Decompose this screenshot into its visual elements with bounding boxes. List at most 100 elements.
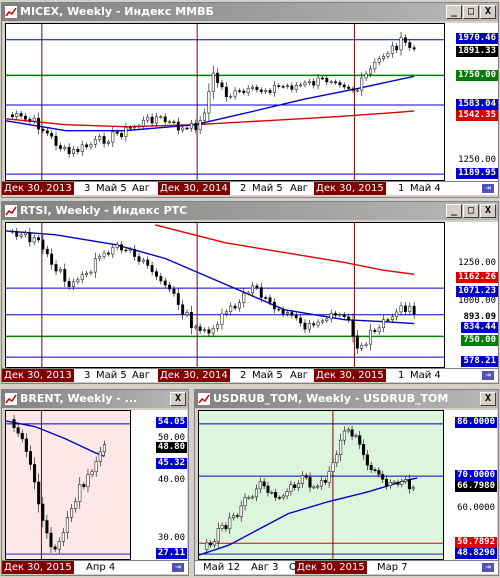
micex-chart-window[interactable]: MICEX, Weekly - Индекс ММВБ _ □ X 1970.4…: [1, 2, 499, 198]
candle: [72, 149, 75, 154]
candle: [339, 439, 343, 455]
candle: [45, 130, 49, 134]
candle: [299, 317, 303, 324]
candle: [243, 497, 247, 507]
maximize-button[interactable]: □: [463, 5, 479, 19]
candle: [54, 264, 58, 272]
usdrub-titlebar[interactable]: USDRUB_TOM, Weekly - USDRUB_TOM X: [195, 390, 498, 408]
candle: [360, 345, 364, 349]
candle: [41, 239, 45, 250]
candle: [246, 88, 250, 93]
close-button[interactable]: X: [480, 204, 496, 218]
rtsi-plot-area[interactable]: [5, 222, 445, 368]
candle: [277, 85, 281, 87]
micex-plot-area[interactable]: [5, 23, 445, 181]
candle: [124, 127, 128, 137]
candle: [290, 85, 294, 90]
brent-plot-area[interactable]: [5, 410, 131, 560]
candle: [141, 119, 145, 127]
micex-titlebar[interactable]: MICEX, Weekly - Индекс ММВБ _ □ X: [2, 3, 498, 21]
candle: [297, 483, 301, 488]
usdrub-plot-area[interactable]: [198, 410, 444, 560]
micex-tick-1250: 1250.00: [458, 155, 496, 165]
candle: [304, 475, 308, 478]
maximize-button[interactable]: □: [463, 204, 479, 218]
candle: [316, 77, 320, 86]
candle: [390, 45, 394, 54]
candle: [10, 114, 14, 117]
candle: [61, 532, 65, 542]
candle: [111, 131, 115, 143]
candle: [203, 112, 206, 121]
close-button[interactable]: X: [480, 392, 496, 406]
candle: [355, 335, 359, 349]
candle: [53, 546, 57, 550]
candle: [272, 85, 276, 93]
candle: [266, 485, 270, 493]
candle: [41, 128, 45, 131]
candle: [395, 45, 399, 51]
candle: [293, 484, 297, 488]
candle: [377, 327, 381, 332]
candle: [354, 435, 358, 437]
minimize-button[interactable]: _: [446, 204, 462, 218]
candle: [106, 252, 110, 255]
chart-icon: [5, 6, 17, 18]
candle: [24, 438, 28, 452]
candle: [403, 305, 407, 312]
candle: [141, 259, 145, 262]
candle: [239, 505, 243, 517]
candle: [365, 454, 369, 466]
candle: [251, 285, 254, 294]
candle: [57, 541, 61, 550]
candle: [268, 297, 272, 303]
candle: [351, 88, 355, 91]
candle: [386, 53, 390, 57]
close-button[interactable]: X: [170, 392, 186, 406]
candle: [224, 86, 228, 97]
candle: [137, 256, 141, 262]
candle: [19, 113, 23, 117]
candle: [54, 136, 58, 146]
scroll-right-button[interactable]: ⇥: [481, 562, 495, 573]
candle: [220, 313, 224, 325]
candle: [408, 305, 412, 312]
candle: [312, 486, 316, 489]
candle: [369, 465, 373, 470]
scroll-right-button[interactable]: ⇥: [481, 370, 495, 381]
brent-chart-window[interactable]: BRENT, Weekly - ... X 54.05 50.00 48.80 …: [1, 389, 189, 576]
candle: [373, 469, 377, 471]
candle: [33, 464, 37, 483]
candle: [211, 72, 215, 92]
candle: [403, 37, 407, 43]
candle: [235, 515, 239, 517]
candle: [395, 311, 399, 318]
candle: [80, 144, 84, 152]
candle: [189, 312, 193, 329]
rtsi-chart-window[interactable]: RTSI, Weekly - Индекс РТС _ □ X 1250.00 …: [1, 201, 499, 384]
candle: [212, 541, 216, 546]
minimize-button[interactable]: _: [446, 5, 462, 19]
close-button[interactable]: X: [480, 5, 496, 19]
candle: [150, 116, 154, 124]
rtsi-ma-red-value: 1162.26: [456, 272, 498, 283]
candle: [307, 81, 311, 84]
candle: [277, 497, 281, 499]
candle: [259, 89, 263, 92]
candle: [168, 284, 172, 290]
rtsi-titlebar[interactable]: RTSI, Weekly - Индекс РТС _ □ X: [2, 202, 498, 220]
scroll-right-button[interactable]: ⇥: [171, 562, 185, 573]
scroll-right-button[interactable]: ⇥: [481, 183, 495, 194]
candle: [94, 461, 98, 472]
rtsi-date-axis: Дек 30, 2013 3 Май 5 Авг Дек 30, 2014 2 …: [2, 368, 498, 382]
chart-icon: [5, 205, 17, 217]
usdrub-chart-window[interactable]: USDRUB_TOM, Weekly - USDRUB_TOM X 86.000…: [194, 389, 499, 576]
candle: [382, 56, 386, 59]
candle: [189, 123, 193, 129]
candle: [85, 272, 89, 276]
brent-titlebar[interactable]: BRENT, Weekly - ... X: [2, 390, 188, 408]
candle: [384, 479, 389, 487]
usdrub-level-50: 50.7892: [455, 537, 497, 548]
candle: [369, 68, 372, 75]
candle: [381, 474, 385, 480]
